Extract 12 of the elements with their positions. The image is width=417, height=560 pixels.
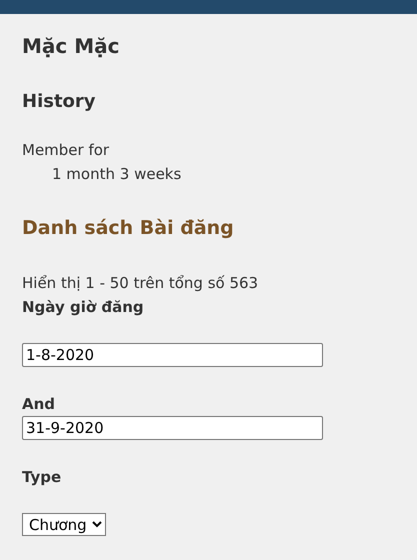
date-input[interactable]: 1-8-2020 bbox=[22, 343, 323, 367]
field-label: Member for bbox=[22, 140, 110, 161]
section-heading: Danh sách Bài đăng bbox=[22, 216, 235, 240]
section-heading: History bbox=[22, 90, 97, 114]
field-label: Type bbox=[22, 467, 62, 488]
page-title: Mặc Mặc bbox=[22, 34, 120, 58]
result-summary: Hiển thị 1 - 50 trên tổng số 563 bbox=[22, 273, 260, 294]
field-label: Ngày giờ đăng bbox=[22, 297, 145, 318]
date-input[interactable]: 31-9-2020 bbox=[22, 416, 323, 440]
field-label: And bbox=[22, 394, 56, 415]
field-value: 1 month 3 weeks bbox=[51, 164, 182, 185]
type-select[interactable]: Chương bbox=[22, 513, 106, 536]
